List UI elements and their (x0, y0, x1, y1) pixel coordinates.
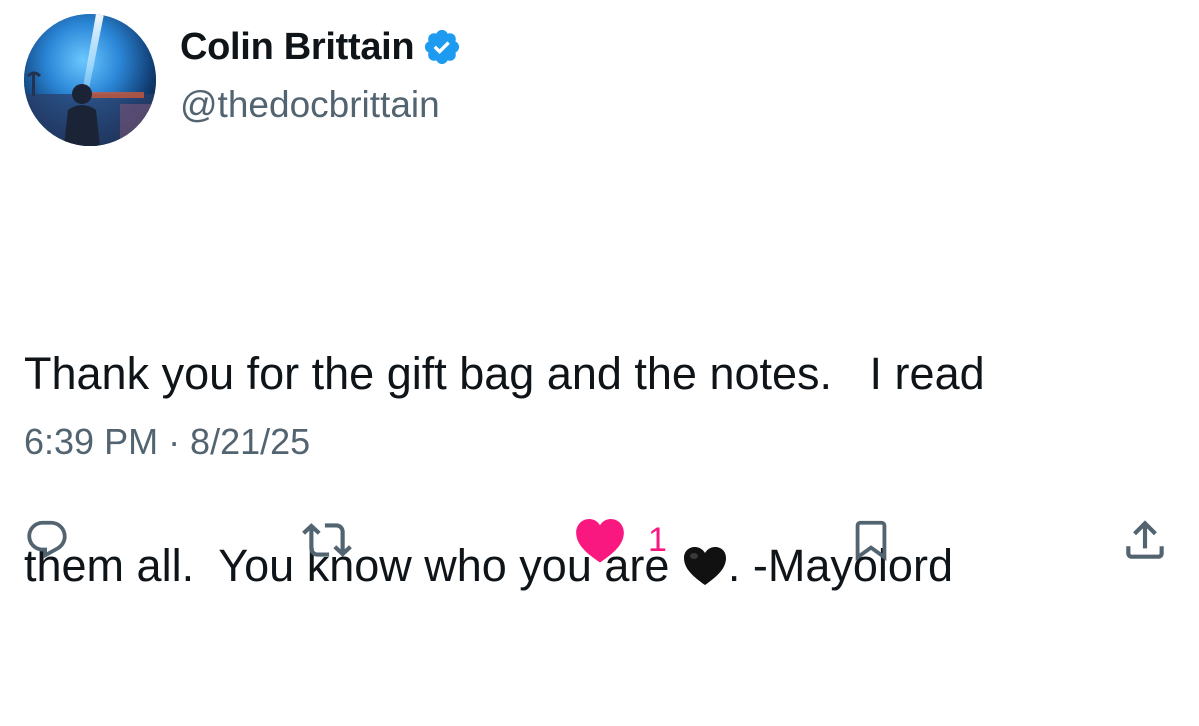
bookmark-icon (855, 520, 887, 561)
avatar-image (24, 14, 156, 146)
tweet-text-line-1: Thank you for the gift bag and the notes… (24, 348, 985, 399)
tweet-text: Thank you for the gift bag and the notes… (24, 214, 1174, 726)
retweet-icon (302, 523, 352, 557)
tweet-card: Colin Brittain @thedocbrittain Thank you… (0, 0, 1199, 633)
like-count: 1 (648, 520, 667, 559)
heart-icon (576, 518, 624, 563)
retweet-button[interactable] (302, 510, 352, 570)
reply-icon (27, 520, 67, 559)
display-name[interactable]: Colin Brittain (180, 26, 415, 69)
action-bar: 1 (0, 510, 1199, 570)
reply-button[interactable] (24, 510, 70, 570)
like-button[interactable]: 1 (574, 510, 667, 570)
name-row: Colin Brittain (180, 24, 462, 70)
bookmark-button[interactable] (848, 510, 894, 570)
handle[interactable]: @thedocbrittain (180, 84, 462, 126)
tweet-header: Colin Brittain @thedocbrittain (180, 24, 462, 126)
share-button[interactable] (1120, 510, 1170, 570)
avatar[interactable] (24, 14, 156, 146)
verified-badge-icon (422, 27, 462, 67)
timestamp[interactable]: 6:39 PM · 8/21/25 (24, 421, 310, 463)
share-icon (1126, 520, 1164, 559)
